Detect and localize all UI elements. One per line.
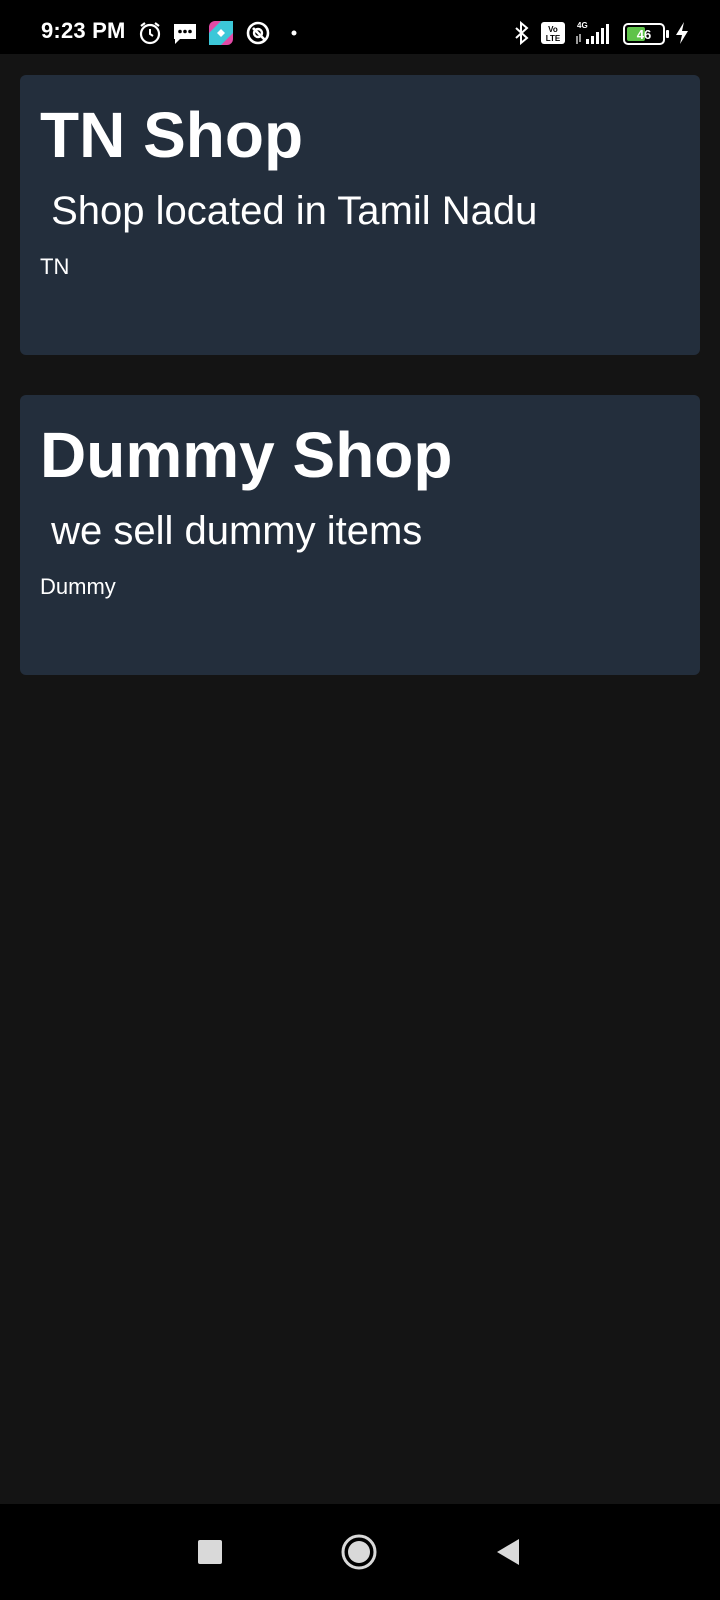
shop-description: we sell dummy items — [40, 509, 423, 553]
shop-code: TN — [40, 254, 70, 279]
status-bar: 9:23 PM Vo LTE 4G 46 — [0, 0, 720, 54]
svg-text:Vo: Vo — [548, 25, 558, 34]
circle-icon — [341, 1534, 377, 1570]
svg-text:LTE: LTE — [546, 34, 561, 43]
triangle-back-icon — [497, 1539, 519, 1565]
signal-icon: 4G — [574, 20, 614, 46]
square-icon — [198, 1540, 222, 1564]
volte-icon: Vo LTE — [540, 20, 566, 46]
shop-name: TN Shop — [40, 99, 304, 171]
shop-card[interactable]: TN Shop Shop located in Tamil Nadu TN — [20, 75, 700, 355]
navigation-bar — [0, 1504, 720, 1600]
shop-code: Dummy — [40, 574, 116, 599]
shop-list: TN Shop Shop located in Tamil Nadu TN Du… — [20, 75, 700, 715]
status-time: 9:23 PM — [41, 18, 126, 43]
alarm-icon — [137, 20, 163, 46]
home-button[interactable] — [339, 1532, 379, 1572]
shop-card[interactable]: Dummy Shop we sell dummy items Dummy — [20, 395, 700, 675]
recents-button[interactable] — [190, 1532, 230, 1572]
data-saver-icon — [245, 20, 271, 46]
battery-icon: 46 — [623, 22, 671, 48]
battery-level: 46 — [637, 27, 651, 42]
charging-icon — [673, 20, 691, 46]
network-label: 4G — [577, 21, 588, 30]
bluetooth-icon — [509, 20, 535, 46]
messages-icon — [172, 20, 198, 46]
back-button[interactable] — [488, 1532, 528, 1572]
dot-icon — [282, 20, 308, 46]
shop-description: Shop located in Tamil Nadu — [40, 189, 538, 233]
shop-name: Dummy Shop — [40, 419, 453, 491]
app-icon — [208, 20, 234, 46]
